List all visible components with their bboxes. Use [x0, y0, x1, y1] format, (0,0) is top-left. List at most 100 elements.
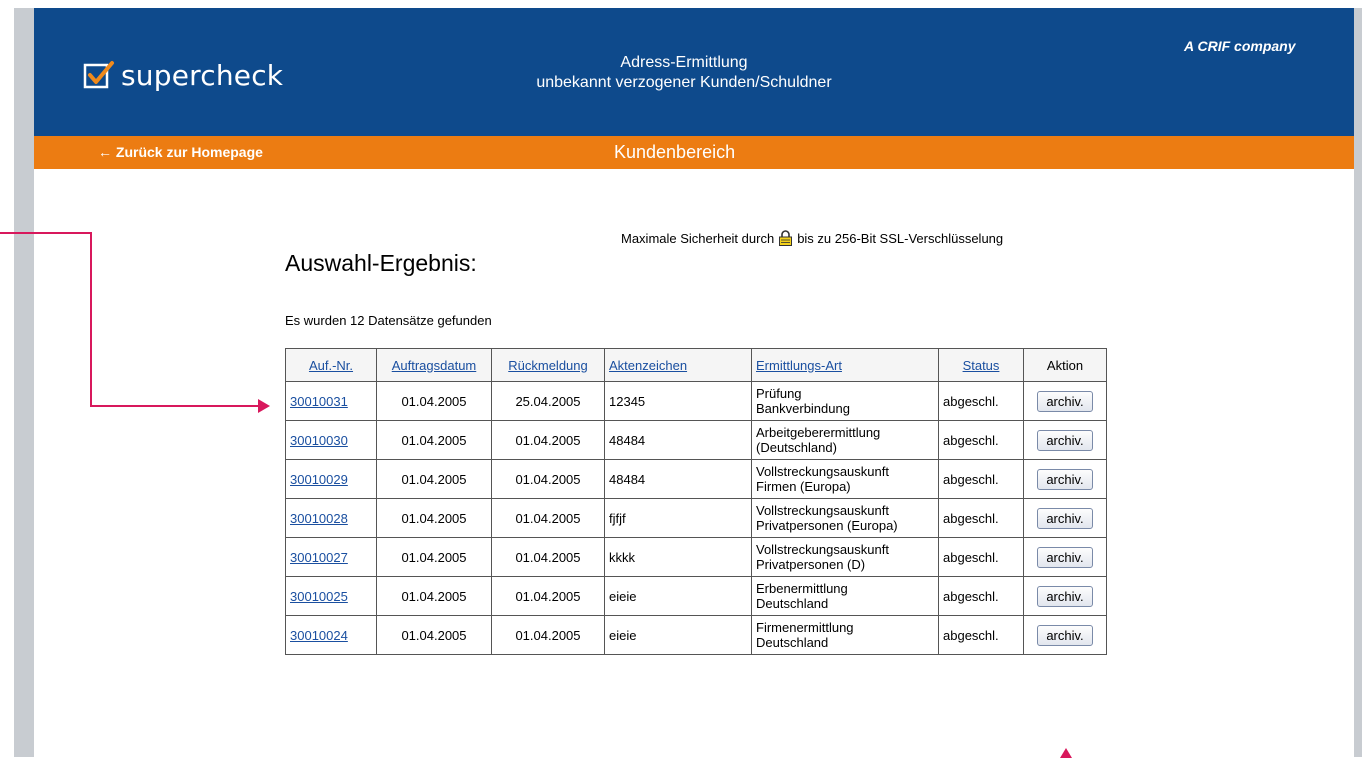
- results-table: Auf.-Nr. Auftragsdatum Rückmeldung Akten…: [285, 348, 1107, 655]
- col-header-auftragsdatum[interactable]: Auftragsdatum: [376, 348, 492, 382]
- investigation-type-line2: Firmen (Europa): [756, 479, 851, 494]
- col-header-ermittlungs-art[interactable]: Ermittlungs-Art: [751, 348, 939, 382]
- archive-button[interactable]: archiv.: [1037, 585, 1093, 607]
- investigation-type-line1: Prüfung: [756, 386, 802, 401]
- annotation-arrow-head: [258, 399, 270, 413]
- archive-button[interactable]: archiv.: [1037, 507, 1093, 529]
- order-number-cell[interactable]: 30010024: [285, 615, 377, 655]
- investigation-type-line2: Deutschland: [756, 596, 829, 611]
- file-reference-cell: 48484: [604, 420, 752, 460]
- order-number-link[interactable]: 30010025: [290, 589, 348, 604]
- annotation-line-bottom: [90, 405, 260, 407]
- order-number-link[interactable]: 30010029: [290, 472, 348, 487]
- order-date-cell: 01.04.2005: [376, 537, 492, 577]
- action-cell: archiv.: [1023, 381, 1107, 421]
- response-date-cell: 01.04.2005: [491, 420, 605, 460]
- order-date-cell: 01.04.2005: [376, 381, 492, 421]
- order-number-link[interactable]: 30010030: [290, 433, 348, 448]
- archive-button[interactable]: archiv.: [1037, 390, 1093, 412]
- response-date-cell: 01.04.2005: [491, 498, 605, 538]
- service-title: Adress-Ermittlung unbekannt verzogener K…: [464, 53, 904, 93]
- order-date-cell: 01.04.2005: [376, 615, 492, 655]
- col-header-aktion: Aktion: [1023, 348, 1107, 382]
- nav-bar: ← Zurück zur Homepage Kundenbereich: [34, 136, 1354, 169]
- action-cell: archiv.: [1023, 615, 1107, 655]
- back-to-homepage-link[interactable]: ← Zurück zur Homepage: [98, 144, 263, 160]
- status-cell: abgeschl.: [938, 459, 1024, 499]
- archive-button[interactable]: archiv.: [1037, 624, 1093, 646]
- security-note: Maximale Sicherheit durch bis zu 256-Bit…: [621, 230, 1003, 246]
- investigation-type-cell: Vollstreckungsauskunft Privatpersonen (D): [751, 537, 939, 577]
- file-reference-cell: kkkk: [604, 537, 752, 577]
- action-cell: archiv.: [1023, 420, 1107, 460]
- order-number-cell[interactable]: 30010027: [285, 537, 377, 577]
- investigation-type-cell: Erbenermittlung Deutschland: [751, 576, 939, 616]
- supercheck-logo[interactable]: supercheck: [83, 55, 283, 95]
- investigation-type-line1: Vollstreckungsauskunft: [756, 542, 889, 557]
- status-cell: abgeschl.: [938, 615, 1024, 655]
- order-number-cell[interactable]: 30010031: [285, 381, 377, 421]
- result-count: Es wurden 12 Datensätze gefunden: [285, 313, 492, 328]
- investigation-type-line2: Deutschland: [756, 635, 829, 650]
- file-reference-cell: eieie: [604, 576, 752, 616]
- table-header-row: Auf.-Nr. Auftragsdatum Rückmeldung Akten…: [285, 348, 1107, 382]
- service-title-line2: unbekannt verzogener Kunden/Schuldner: [536, 74, 832, 91]
- file-reference-cell: 48484: [604, 459, 752, 499]
- table-row: 30010029 01.04.2005 01.04.2005 48484 Vollstr…: [285, 459, 1107, 499]
- order-number-link[interactable]: 30010031: [290, 394, 348, 409]
- col-header-aktenzeichen[interactable]: Aktenzeichen: [604, 348, 752, 382]
- order-number-cell[interactable]: 30010029: [285, 459, 377, 499]
- order-date-cell: 01.04.2005: [376, 420, 492, 460]
- order-number-link[interactable]: 30010027: [290, 550, 348, 565]
- crif-company-logo: A CRIF company: [1184, 38, 1296, 54]
- col-header-rueckmeldung[interactable]: Rückmeldung: [491, 348, 605, 382]
- action-cell: archiv.: [1023, 498, 1107, 538]
- annotation-line-vertical: [90, 232, 92, 407]
- investigation-type-cell: Firmenermittlung Deutschland: [751, 615, 939, 655]
- archive-button[interactable]: archiv.: [1037, 546, 1093, 568]
- response-date-cell: 01.04.2005: [491, 615, 605, 655]
- investigation-type-line2: Privatpersonen (D): [756, 557, 866, 572]
- response-date-cell: 01.04.2005: [491, 576, 605, 616]
- table-row: 30010025 01.04.2005 01.04.2005 eieie Erbener…: [285, 576, 1107, 616]
- investigation-type-line2: Privatpersonen (Europa): [756, 518, 898, 533]
- order-number-link[interactable]: 30010024: [290, 628, 348, 643]
- status-cell: abgeschl.: [938, 498, 1024, 538]
- security-text-after: bis zu 256-Bit SSL-Verschlüsselung: [797, 230, 1004, 246]
- order-number-cell[interactable]: 30010030: [285, 420, 377, 460]
- check-box-icon: [83, 61, 114, 89]
- status-cell: abgeschl.: [938, 420, 1024, 460]
- status-cell: abgeschl.: [938, 537, 1024, 577]
- annotation-line-top: [0, 232, 92, 234]
- action-cell: archiv.: [1023, 576, 1107, 616]
- lock-icon: [779, 230, 793, 246]
- archive-button[interactable]: archiv.: [1037, 429, 1093, 451]
- response-date-cell: 25.04.2005: [491, 381, 605, 421]
- order-number-cell[interactable]: 30010025: [285, 576, 377, 616]
- investigation-type-line1: Vollstreckungsauskunft: [756, 503, 889, 518]
- table-row: 30010031 01.04.2005 25.04.2005 12345 Prüfung…: [285, 381, 1107, 421]
- order-date-cell: 01.04.2005: [376, 498, 492, 538]
- investigation-type-line1: Arbeitgeberermittlung: [756, 425, 881, 440]
- page-title: Auswahl-Ergebnis:: [285, 250, 477, 276]
- file-reference-cell: fjfjf: [604, 498, 752, 538]
- section-title: Kundenbereich: [614, 142, 736, 162]
- investigation-type-line1: Vollstreckungsauskunft: [756, 464, 889, 479]
- order-date-cell: 01.04.2005: [376, 459, 492, 499]
- service-title-line1: Adress-Ermittlung: [620, 54, 748, 71]
- investigation-type-line1: Erbenermittlung: [756, 581, 848, 596]
- col-header-status[interactable]: Status: [938, 348, 1024, 382]
- archive-button[interactable]: archiv.: [1037, 468, 1093, 490]
- col-header-auf-nr[interactable]: Auf.-Nr.: [285, 348, 377, 382]
- investigation-type-cell: Prüfung Bankverbindung: [751, 381, 939, 421]
- brand-name: supercheck: [121, 58, 284, 92]
- investigation-type-line2: (Deutschland): [756, 440, 837, 455]
- order-number-cell[interactable]: 30010028: [285, 498, 377, 538]
- investigation-type-cell: Vollstreckungsauskunft Firmen (Europa): [751, 459, 939, 499]
- status-cell: abgeschl.: [938, 576, 1024, 616]
- table-row: 30010030 01.04.2005 01.04.2005 48484 Arbeitg…: [285, 420, 1107, 460]
- order-number-link[interactable]: 30010028: [290, 511, 348, 526]
- security-text-before: Maximale Sicherheit durch: [621, 230, 775, 246]
- investigation-type-line1: Firmenermittlung: [756, 620, 854, 635]
- investigation-type-cell: Vollstreckungsauskunft Privatpersonen (Eu…: [751, 498, 939, 538]
